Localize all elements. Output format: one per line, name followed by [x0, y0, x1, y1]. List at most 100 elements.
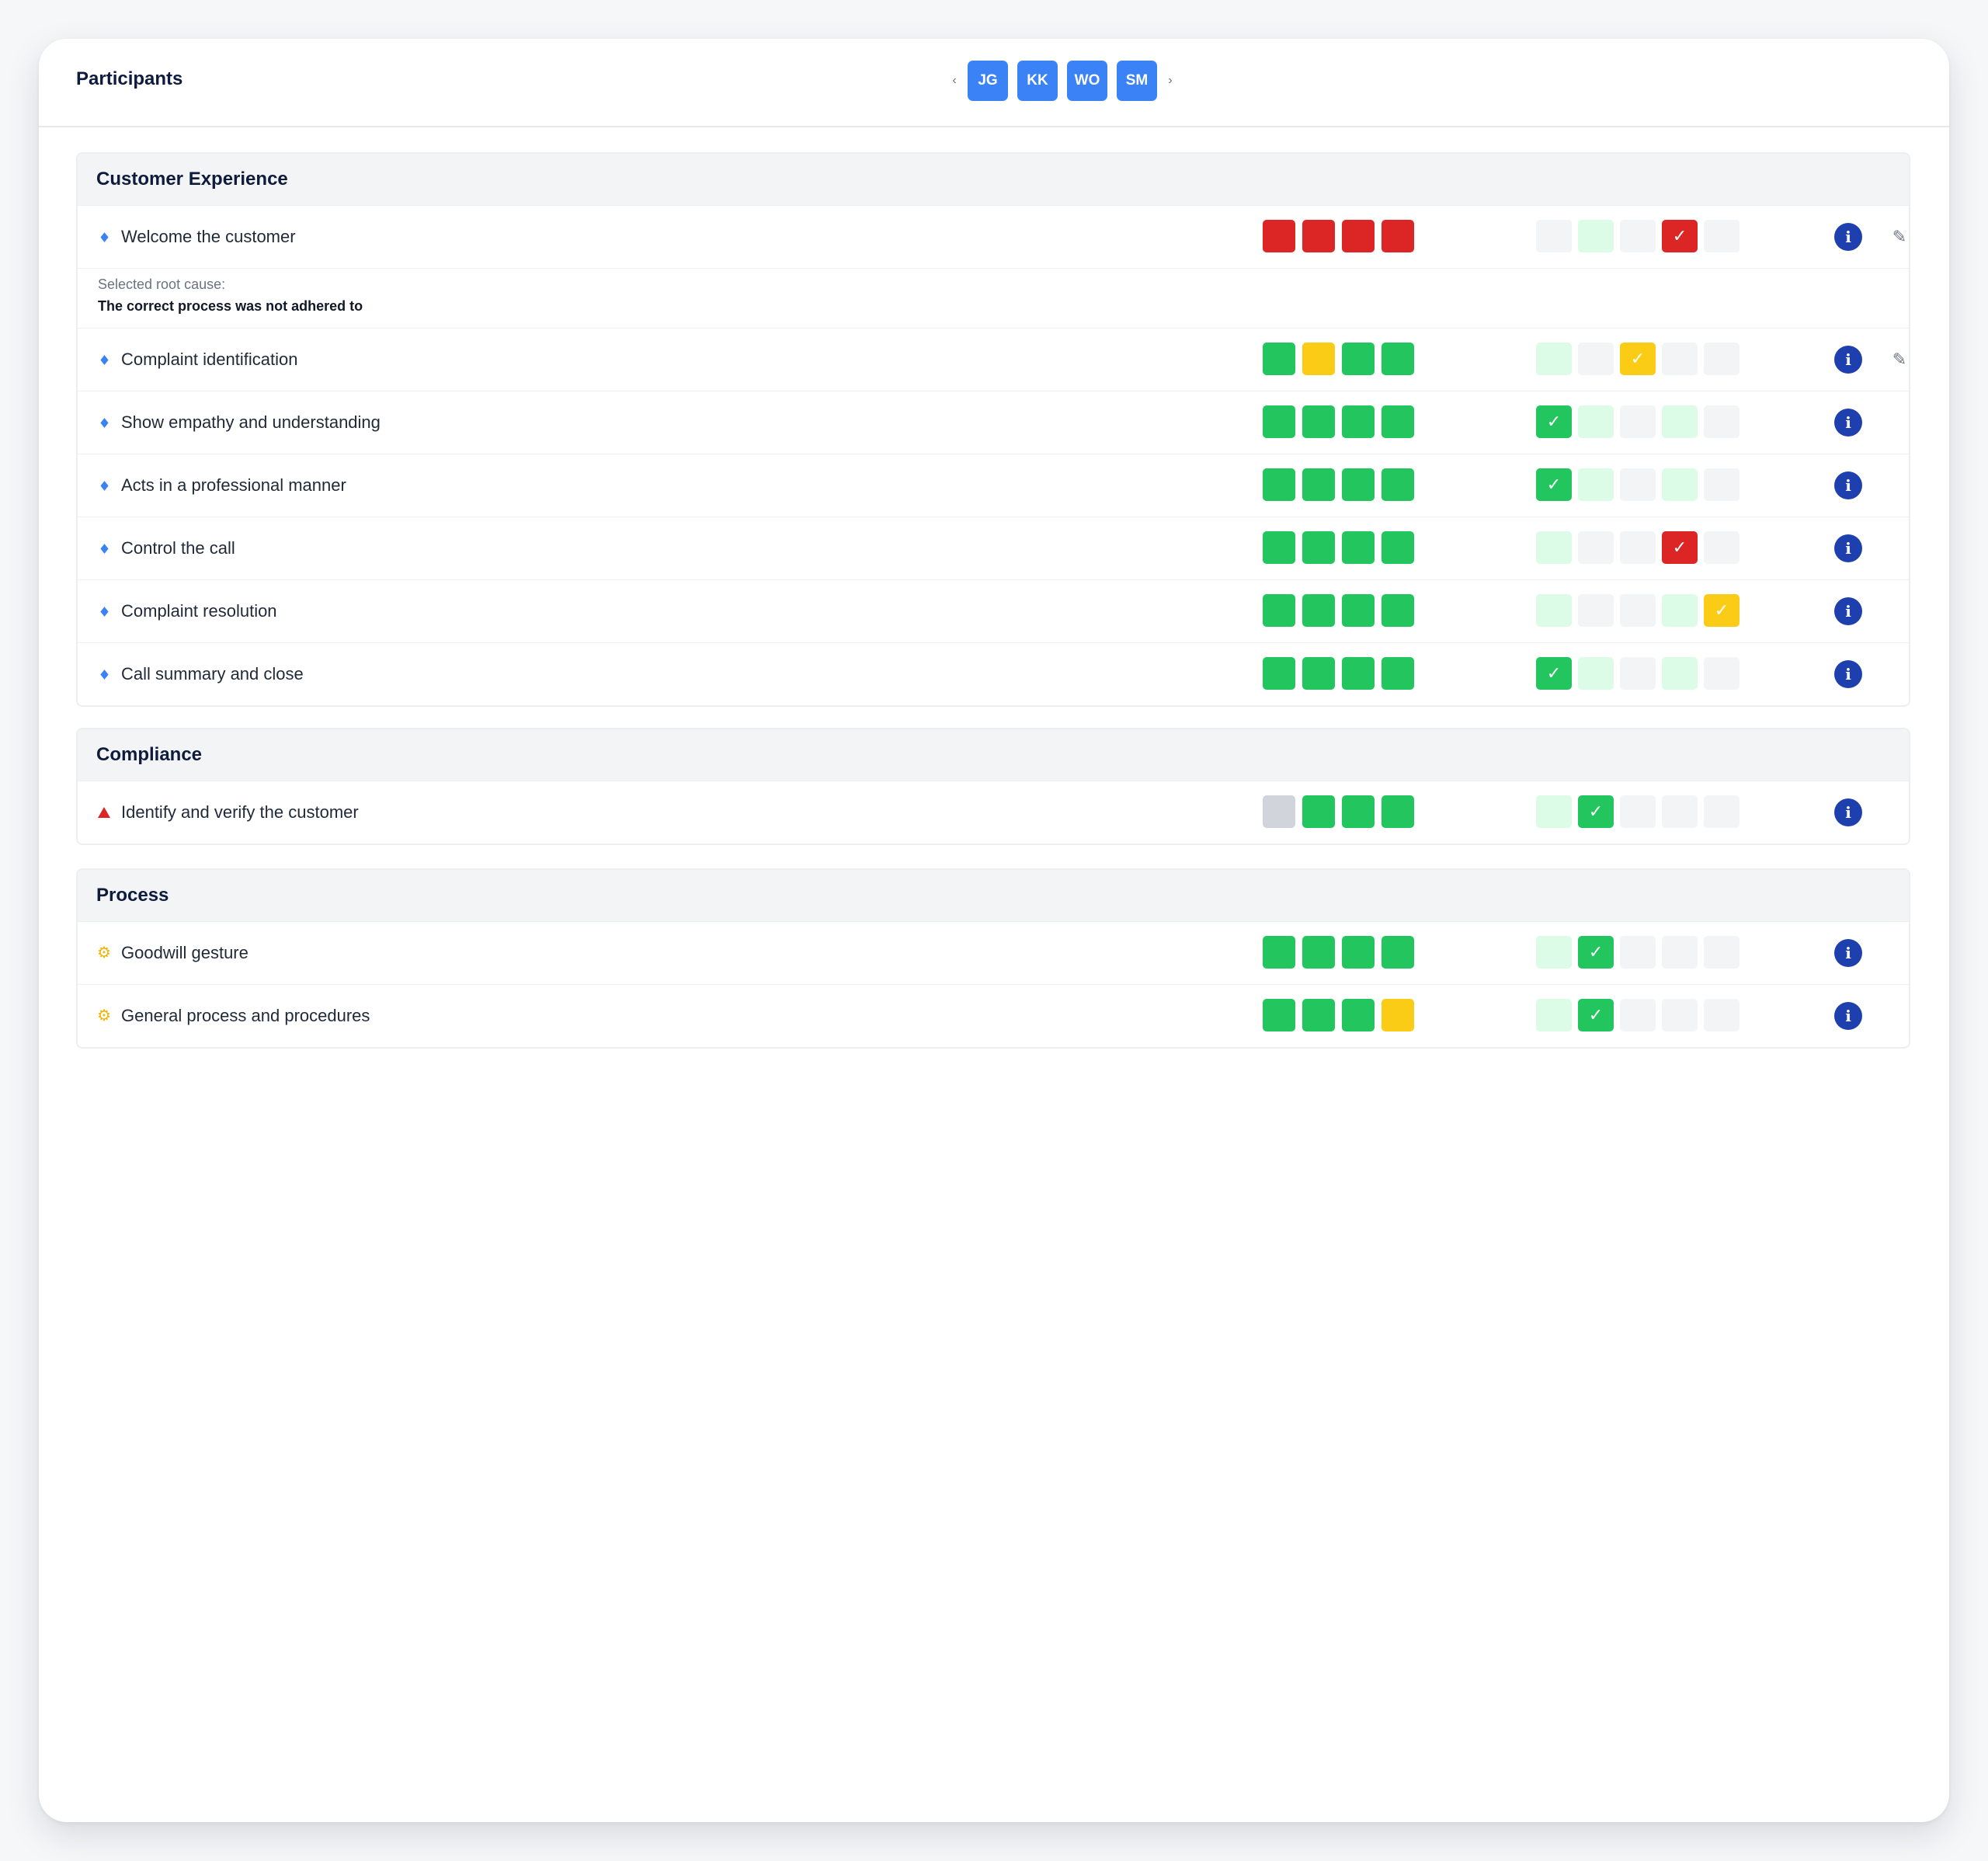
participant-avatar-wo[interactable]: WO	[1067, 61, 1107, 101]
rating-option[interactable]	[1536, 795, 1572, 828]
score-tile-wo[interactable]	[1342, 531, 1375, 564]
rating-option[interactable]	[1620, 531, 1656, 564]
rating-option[interactable]	[1704, 531, 1740, 564]
rating-option[interactable]: ✓	[1704, 594, 1740, 627]
score-tile-wo[interactable]	[1342, 220, 1375, 252]
rating-option[interactable]	[1662, 657, 1698, 690]
score-tile-kk[interactable]	[1302, 343, 1335, 375]
score-tile-sm[interactable]	[1382, 999, 1414, 1031]
rating-option[interactable]	[1620, 594, 1656, 627]
rating-option[interactable]: ✓	[1578, 936, 1614, 969]
info-icon[interactable]: i	[1834, 409, 1862, 437]
score-tile-sm[interactable]	[1382, 220, 1414, 252]
participant-avatar-jg[interactable]: JG	[968, 61, 1008, 101]
score-tile-wo[interactable]	[1342, 936, 1375, 969]
score-tile-jg[interactable]	[1263, 657, 1295, 690]
rating-option[interactable]	[1704, 343, 1740, 375]
score-tile-sm[interactable]	[1382, 594, 1414, 627]
rating-option[interactable]	[1704, 405, 1740, 438]
rating-option[interactable]: ✓	[1536, 468, 1572, 501]
rating-option[interactable]	[1578, 343, 1614, 375]
rating-option[interactable]	[1620, 220, 1656, 252]
participant-avatar-sm[interactable]: SM	[1117, 61, 1157, 101]
score-tile-wo[interactable]	[1342, 999, 1375, 1031]
rating-option[interactable]	[1578, 594, 1614, 627]
pencil-icon[interactable]: ✎	[1885, 221, 1909, 252]
rating-option[interactable]	[1578, 468, 1614, 501]
rating-option[interactable]	[1536, 594, 1572, 627]
rating-option[interactable]	[1620, 936, 1656, 969]
score-tile-jg[interactable]	[1263, 594, 1295, 627]
participant-avatar-kk[interactable]: KK	[1017, 61, 1058, 101]
rating-option[interactable]: ✓	[1578, 795, 1614, 828]
score-tile-jg[interactable]	[1263, 343, 1295, 375]
rating-option[interactable]: ✓	[1536, 405, 1572, 438]
score-tile-sm[interactable]	[1382, 936, 1414, 969]
rating-option[interactable]	[1704, 657, 1740, 690]
rating-option[interactable]	[1662, 936, 1698, 969]
info-icon[interactable]: i	[1834, 346, 1862, 374]
info-icon[interactable]: i	[1834, 660, 1862, 688]
pencil-icon[interactable]: ✎	[1885, 344, 1909, 375]
rating-option[interactable]	[1536, 936, 1572, 969]
score-tile-jg[interactable]	[1263, 531, 1295, 564]
score-tile-jg[interactable]	[1263, 936, 1295, 969]
rating-option[interactable]: ✓	[1620, 343, 1656, 375]
rating-option[interactable]	[1620, 405, 1656, 438]
score-tile-wo[interactable]	[1342, 795, 1375, 828]
rating-option[interactable]	[1578, 220, 1614, 252]
info-icon[interactable]: i	[1834, 471, 1862, 499]
score-tile-kk[interactable]	[1302, 999, 1335, 1031]
score-tile-sm[interactable]	[1382, 468, 1414, 501]
score-tile-kk[interactable]	[1302, 657, 1335, 690]
rating-option[interactable]	[1662, 468, 1698, 501]
rating-option[interactable]	[1620, 999, 1656, 1031]
score-tile-kk[interactable]	[1302, 405, 1335, 438]
score-tile-wo[interactable]	[1342, 343, 1375, 375]
score-tile-jg[interactable]	[1263, 795, 1295, 828]
score-tile-kk[interactable]	[1302, 936, 1335, 969]
rating-option[interactable]	[1578, 405, 1614, 438]
rating-option[interactable]	[1704, 220, 1740, 252]
score-tile-sm[interactable]	[1382, 531, 1414, 564]
info-icon[interactable]: i	[1834, 1002, 1862, 1030]
info-icon[interactable]: i	[1834, 223, 1862, 251]
rating-option[interactable]	[1662, 999, 1698, 1031]
rating-option[interactable]	[1620, 468, 1656, 501]
rating-option[interactable]	[1704, 936, 1740, 969]
score-tile-kk[interactable]	[1302, 594, 1335, 627]
score-tile-sm[interactable]	[1382, 343, 1414, 375]
score-tile-kk[interactable]	[1302, 468, 1335, 501]
rating-option[interactable]	[1620, 657, 1656, 690]
rating-option[interactable]	[1662, 594, 1698, 627]
score-tile-sm[interactable]	[1382, 795, 1414, 828]
rating-option[interactable]	[1536, 531, 1572, 564]
rating-option[interactable]	[1536, 999, 1572, 1031]
score-tile-jg[interactable]	[1263, 999, 1295, 1031]
rating-option[interactable]: ✓	[1536, 657, 1572, 690]
score-tile-jg[interactable]	[1263, 405, 1295, 438]
info-icon[interactable]: i	[1834, 939, 1862, 967]
rating-option[interactable]	[1662, 343, 1698, 375]
rating-option[interactable]: ✓	[1578, 999, 1614, 1031]
rating-option[interactable]	[1662, 795, 1698, 828]
rating-option[interactable]	[1662, 405, 1698, 438]
rating-option[interactable]	[1704, 795, 1740, 828]
rating-option[interactable]	[1536, 220, 1572, 252]
score-tile-jg[interactable]	[1263, 468, 1295, 501]
score-tile-wo[interactable]	[1342, 468, 1375, 501]
score-tile-kk[interactable]	[1302, 795, 1335, 828]
rating-option[interactable]	[1704, 999, 1740, 1031]
score-tile-sm[interactable]	[1382, 405, 1414, 438]
score-tile-wo[interactable]	[1342, 405, 1375, 438]
rating-option[interactable]	[1620, 795, 1656, 828]
rating-option[interactable]: ✓	[1662, 220, 1698, 252]
info-icon[interactable]: i	[1834, 798, 1862, 826]
chevron-left-icon[interactable]: ‹	[946, 74, 963, 88]
score-tile-wo[interactable]	[1342, 657, 1375, 690]
score-tile-sm[interactable]	[1382, 657, 1414, 690]
score-tile-jg[interactable]	[1263, 220, 1295, 252]
rating-option[interactable]	[1578, 657, 1614, 690]
chevron-right-icon[interactable]: ›	[1162, 74, 1179, 88]
rating-option[interactable]: ✓	[1662, 531, 1698, 564]
